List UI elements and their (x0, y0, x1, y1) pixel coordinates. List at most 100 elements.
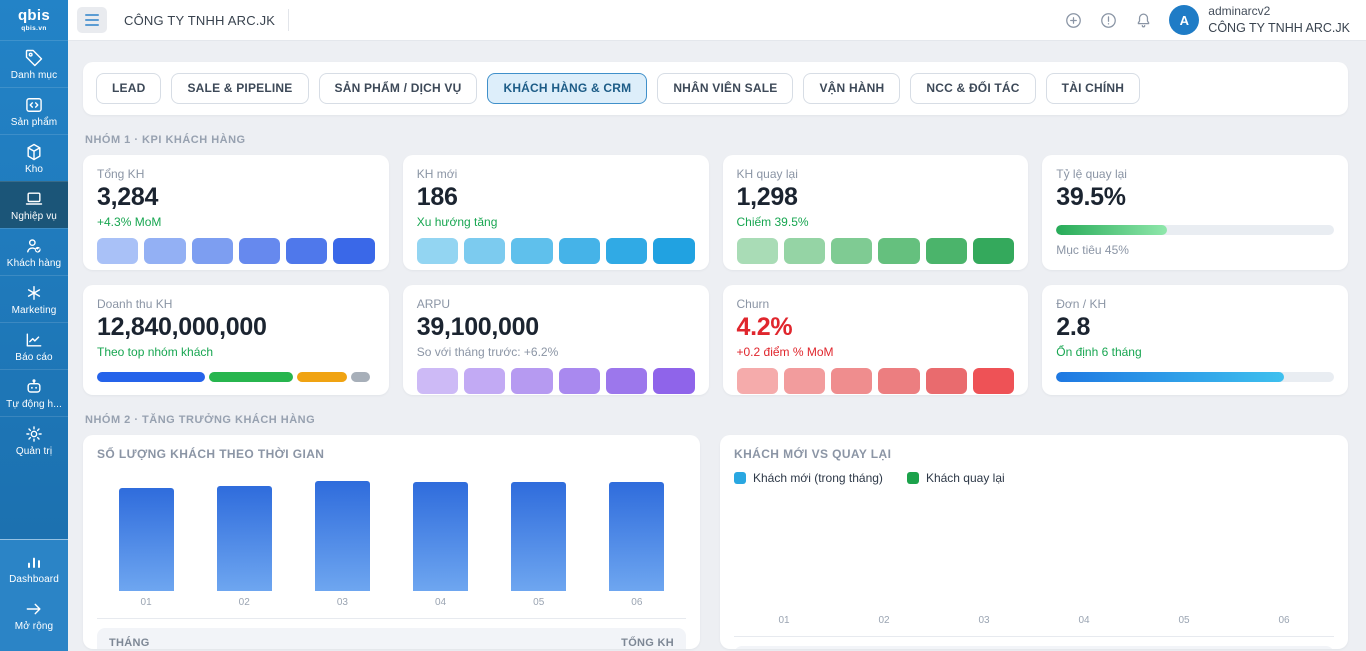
section-title-growth: NHÓM 2 · TĂNG TRƯỞNG KHÁCH HÀNG (85, 414, 1348, 426)
sidebar-item-danh-muc[interactable]: Danh mục (0, 40, 68, 87)
kpi-value: 4.2% (737, 314, 1015, 342)
bar-chart-icon (24, 552, 44, 572)
sidebar-item-label: Mở rộng (15, 622, 53, 632)
sidebar-item-label: Báo cáo (15, 353, 52, 363)
app-screen: qbis qbis.vn Danh mục Sản phẩmKhoNghiệp v… (0, 0, 1366, 651)
sidebar-item-bao-cao[interactable]: Báo cáo (0, 322, 68, 369)
mini-bar-block (878, 368, 919, 394)
legend-item-khach-moi-trong-thang: Khách mới (trong tháng) (734, 471, 883, 485)
kpi-subtext: +4.3% MoM (97, 215, 375, 229)
kpi-mini-bar-row (97, 238, 375, 264)
sidebar-item-san-pham[interactable]: Sản phẩm (0, 87, 68, 134)
sidebar-bottom: Dashboard Mở rộng (0, 539, 68, 651)
mini-bar-block (926, 238, 967, 264)
robot-icon (24, 377, 44, 397)
sidebar-item-label: Danh mục (11, 71, 57, 81)
legend-swatch (907, 472, 919, 484)
chart-title: KHÁCH MỚI VS QUAY LẠI (734, 447, 1334, 461)
mini-bar-block (653, 368, 694, 394)
sidebar-item-marketing[interactable]: Marketing (0, 275, 68, 322)
kpi-progress-track (1056, 372, 1334, 382)
kpi-card-tong-kh: Tổng KH3,284+4.3% MoM (83, 155, 389, 270)
table-column-header: TỔNG KH (621, 637, 674, 649)
bar-month-05 (511, 482, 566, 591)
sidebar-item-dashboard[interactable]: Dashboard (0, 545, 68, 592)
mini-bar-block (192, 238, 233, 264)
mini-bar-block (737, 238, 778, 264)
segment (209, 372, 292, 382)
sidebar-item-label: Tự động h... (6, 400, 62, 410)
x-tick-label: 05 (511, 597, 566, 608)
alert-circle-icon (1099, 11, 1118, 30)
user-org: CÔNG TY TNHH ARC.JK (1208, 20, 1350, 36)
x-tick-label: 06 (609, 597, 664, 608)
table-header-row (734, 646, 1334, 649)
tab-van-hanh[interactable]: VẬN HÀNH (803, 73, 900, 104)
tab-ncc-doi-tac[interactable]: NCC & ĐỐI TÁC (910, 73, 1035, 104)
laptop-icon (24, 189, 44, 209)
sidebar-item-label: Marketing (12, 306, 57, 316)
x-tick-label: 01 (752, 615, 817, 626)
section-title-kpi: NHÓM 1 · KPI KHÁCH HÀNG (85, 134, 1348, 146)
tab-sale-pipeline[interactable]: SALE & PIPELINE (171, 73, 308, 104)
plus-circle-icon (1064, 11, 1083, 30)
tab-lead[interactable]: LEAD (96, 73, 161, 104)
bell-button[interactable] (1134, 11, 1153, 30)
kpi-card-don-kh: Đơn / KH2.8Ổn định 6 tháng (1042, 285, 1348, 395)
mini-bar-block (559, 238, 600, 264)
tab-san-pham-dich-vu[interactable]: SẢN PHẨM / DỊCH VỤ (319, 73, 478, 104)
box-icon (24, 142, 44, 162)
menu-toggle-button[interactable] (77, 7, 107, 33)
mini-bar-block (333, 238, 374, 264)
sidebar-item-label: Khách hàng (7, 259, 61, 269)
sidebar-item-quan-tri[interactable]: Quản trị (0, 416, 68, 463)
dashboard-tab-bar: LEAD SALE & PIPELINE SẢN PHẨM / DỊCH VỤ KHÁ… (83, 62, 1348, 115)
grouped-bar-chart (734, 497, 1334, 609)
kpi-value: 2.8 (1056, 314, 1334, 342)
legend-item-khach-quay-lai: Khách quay lại (907, 471, 1005, 485)
kpi-mini-bar-row (737, 238, 1015, 264)
mini-bar-block (653, 238, 694, 264)
sidebar-item-khach-hang[interactable]: Khách hàng (0, 228, 68, 275)
kpi-value: 186 (417, 184, 695, 212)
tab-tai-chinh[interactable]: TÀI CHÍNH (1046, 73, 1140, 104)
header: CÔNG TY TNHH ARC.JK A adminarcv2 CÔNG TY… (68, 0, 1366, 41)
chart-card-new-vs-returning: KHÁCH MỚI VS QUAY LẠI Khách mới (trong t… (720, 435, 1348, 649)
bar-month-06 (609, 482, 664, 591)
kpi-card-kh-moi: KH mới186Xu hướng tăng (403, 155, 709, 270)
kpi-subtext: Ổn định 6 tháng (1056, 345, 1334, 359)
mini-bar-block (511, 238, 552, 264)
kpi-label: Tổng KH (97, 167, 375, 181)
sidebar-item-nghiep-vu[interactable]: Nghiệp vụ (0, 181, 68, 228)
mini-bar-block (464, 368, 505, 394)
kpi-card-arpu: ARPU39,100,000So với tháng trước: +6.2% (403, 285, 709, 395)
app-logo[interactable]: qbis qbis.vn (0, 0, 68, 40)
sidebar-nav: Danh mục Sản phẩmKhoNghiệp vụ Khách hàng Ma… (0, 40, 68, 463)
chart-line-icon (24, 330, 44, 350)
avatar[interactable]: A (1169, 5, 1199, 35)
kpi-subtext: +0.2 điểm % MoM (737, 345, 1015, 359)
user-menu[interactable]: A adminarcv2 CÔNG TY TNHH ARC.JK (1169, 4, 1350, 36)
kpi-label: Tỷ lệ quay lại (1056, 167, 1334, 181)
plus-circle-button[interactable] (1064, 11, 1083, 30)
x-axis-labels: 010203040506 (97, 597, 686, 608)
mini-bar-block (97, 238, 138, 264)
alert-circle-button[interactable] (1099, 11, 1118, 30)
kpi-value: 39,100,000 (417, 314, 695, 342)
sidebar-item-tu-dong-h[interactable]: Tự động h... (0, 369, 68, 416)
mini-bar-block (417, 368, 458, 394)
tab-khach-hang-crm[interactable]: KHÁCH HÀNG & CRM (487, 73, 647, 104)
x-tick-label: 02 (852, 615, 917, 626)
mini-bar-block (784, 238, 825, 264)
tab-nhan-vien-sale[interactable]: NHÂN VIÊN SALE (657, 73, 793, 104)
bar-month-02 (217, 486, 272, 592)
arrow-right-icon (24, 599, 44, 619)
sidebar-item-kho[interactable]: Kho (0, 134, 68, 181)
mini-bar-block (464, 238, 505, 264)
main-content: LEAD SALE & PIPELINE SẢN PHẨM / DỊCH VỤ KHÁ… (68, 40, 1366, 651)
sidebar-item-mo-rong[interactable]: Mở rộng (0, 592, 68, 639)
segment (97, 372, 205, 382)
sidebar-item-label: Dashboard (9, 575, 59, 585)
mini-bar-block (286, 238, 327, 264)
kpi-subtext: Mục tiêu 45% (1056, 243, 1334, 257)
